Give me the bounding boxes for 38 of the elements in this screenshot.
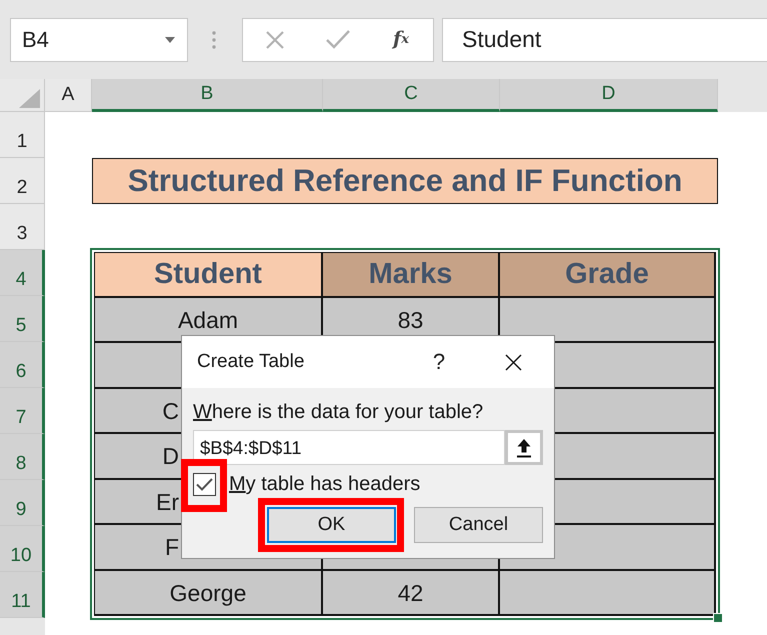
row-header[interactable]: 7 [0,388,45,434]
name-box[interactable]: B4 [10,18,188,62]
cross-icon [266,30,284,48]
range-input[interactable]: $B$4:$D$11 [193,430,505,465]
checkbox[interactable] [193,472,216,496]
help-button[interactable]: ? [424,345,454,379]
triangle-icon [19,89,40,108]
row-header[interactable]: 6 [0,342,45,388]
header-cell: Grade [500,252,716,298]
header-cell: Marks [323,252,500,298]
check-icon [326,30,350,49]
close-icon [504,354,522,370]
row-header[interactable]: 8 [0,434,45,480]
collapse-dialog-button[interactable] [505,430,543,465]
dialog-button[interactable]: Cancel [414,507,543,543]
row-header[interactable]: 10 [0,526,45,572]
check-icon [196,478,213,490]
formula-input[interactable]: Student [442,18,767,62]
column-header[interactable]: D [500,79,718,112]
caret-icon [165,36,175,42]
header-cell: Student [94,252,323,298]
row-header[interactable]: 3 [0,204,45,250]
arrow-up-icon [516,438,532,458]
table-cell: 42 [323,570,500,616]
row-header[interactable]: 4 [0,250,45,296]
row-header[interactable]: 1 [0,112,45,158]
column-header[interactable]: C [323,79,500,112]
column-header[interactable]: A [45,79,92,112]
fill-handle[interactable] [713,613,723,623]
row-header[interactable]: 9 [0,480,45,526]
table-cell: George [94,570,323,616]
row-header[interactable]: 5 [0,296,45,342]
column-header[interactable]: B [92,79,323,112]
vertical-dots-icon [212,30,216,48]
dialog-title: Create Table [197,351,306,373]
sheet-title: Structured Reference and IF Function [92,158,718,204]
row-header[interactable]: 2 [0,158,45,204]
row-header[interactable]: 11 [0,572,45,618]
